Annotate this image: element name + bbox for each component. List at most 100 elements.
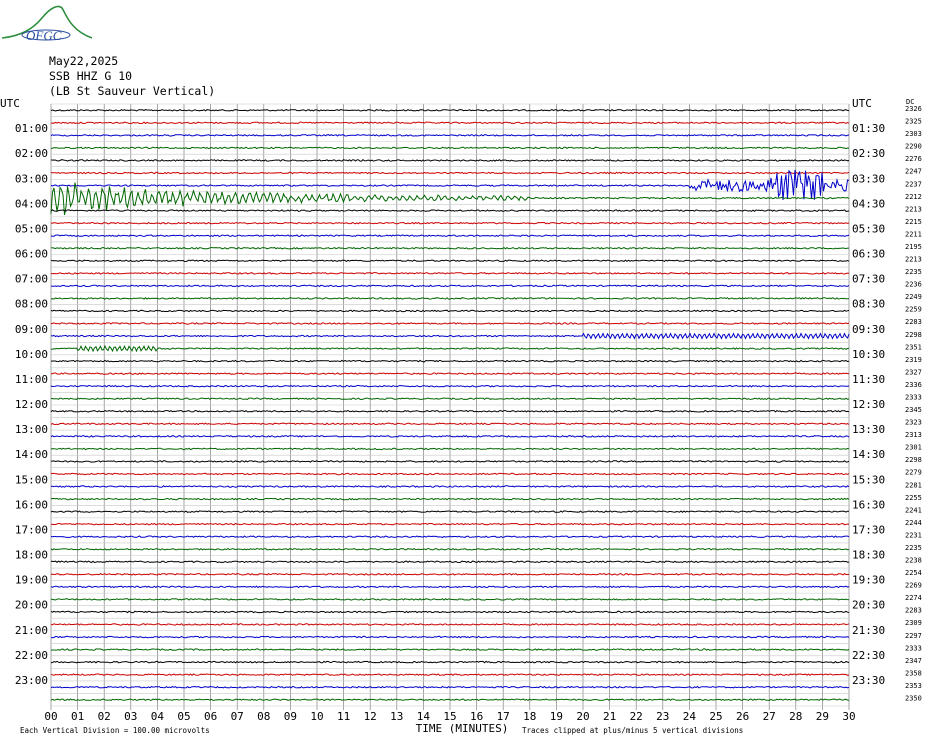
left-time-label: 21:00: [15, 624, 48, 637]
right-time-label: 11:30: [852, 373, 885, 386]
dc-offset-label: 2298: [905, 331, 922, 339]
dc-offset-label: 2255: [905, 494, 922, 502]
vertical-division-note: Each Vertical Division = 100.00 microvol…: [20, 726, 210, 735]
left-time-label: 15:00: [15, 473, 48, 486]
dc-offset-label: 2298: [905, 456, 922, 464]
left-time-label: 05:00: [15, 222, 48, 235]
seismic-trace: [50, 623, 850, 626]
dc-offset-label: 2290: [905, 143, 922, 151]
dc-offset-label: 2254: [905, 569, 922, 577]
dc-offset-label: 2231: [905, 531, 922, 539]
right-time-label: 22:30: [852, 649, 885, 662]
dc-offset-label: 2347: [905, 657, 922, 665]
dc-offset-label: 2215: [905, 218, 922, 226]
dc-offset-label: 2309: [905, 619, 922, 627]
left-time-label: 17:00: [15, 523, 48, 536]
x-tick-label: 01: [71, 710, 84, 723]
dc-offset-label: 2301: [905, 444, 922, 452]
dc-offset-label: 2195: [905, 243, 922, 251]
x-tick-label: 12: [364, 710, 377, 723]
dc-offset-label: 2350: [905, 694, 922, 702]
dc-offset-label: 2249: [905, 293, 922, 301]
left-time-label: 18:00: [15, 549, 48, 562]
x-tick-label: 07: [231, 710, 244, 723]
right-time-label: 20:30: [852, 599, 885, 612]
helicorder-chart: UTC 01:00 02:00 03:00 04:00 05:00 06:00 07:00 08…: [0, 97, 922, 735]
left-time-label: 13:00: [15, 423, 48, 436]
dc-offset-label: 2281: [905, 481, 922, 489]
dc-offset-label: 2247: [905, 168, 922, 176]
left-time-label: 16:00: [15, 498, 48, 511]
x-tick-label: 25: [709, 710, 722, 723]
dc-offset-label: 2323: [905, 419, 922, 427]
left-time-label: 23:00: [15, 674, 48, 687]
dc-offset-label: 2327: [905, 368, 922, 376]
x-tick-label: 18: [523, 710, 536, 723]
x-tick-label: 26: [736, 710, 749, 723]
left-time-label: 11:00: [15, 373, 48, 386]
seismic-trace: [51, 635, 850, 639]
dc-offset-label: 2212: [905, 193, 922, 201]
dc-offset-label: 2259: [905, 306, 922, 314]
x-tick-label: 27: [763, 710, 776, 723]
dc-offset-label: 2345: [905, 406, 922, 414]
dc-offset-label: 2283: [905, 318, 922, 326]
right-time-label: 19:30: [852, 574, 885, 587]
right-time-label: 10:30: [852, 348, 885, 361]
right-time-label: 06:30: [852, 248, 885, 261]
dc-offset-label: 2269: [905, 582, 922, 590]
x-axis-label: TIME (MINUTES): [416, 722, 509, 735]
left-time-label: 20:00: [15, 599, 48, 612]
x-tick-label: 09: [284, 710, 297, 723]
dc-offset-label: 2211: [905, 230, 922, 238]
right-time-label: 09:30: [852, 323, 885, 336]
right-time-label: 21:30: [852, 624, 885, 637]
x-tick-label: 28: [789, 710, 802, 723]
left-time-label: 14:00: [15, 448, 48, 461]
left-time-label: 03:00: [15, 172, 48, 185]
left-time-label: 01:00: [15, 122, 48, 135]
dc-offset-label: 2237: [905, 180, 922, 188]
x-tick-label: 00: [44, 710, 57, 723]
x-tick-label: 06: [204, 710, 217, 723]
right-time-label: 14:30: [852, 448, 885, 461]
left-time-label: 12:00: [15, 398, 48, 411]
right-time-label: 03:30: [852, 172, 885, 185]
dc-offset-label: 2283: [905, 607, 922, 615]
dc-offset-label: 2358: [905, 669, 922, 677]
right-time-label: 23:30: [852, 674, 885, 687]
x-tick-label: 03: [124, 710, 137, 723]
x-tick-label: 20: [576, 710, 589, 723]
x-tick-label: 05: [177, 710, 190, 723]
right-time-label: 04:30: [852, 197, 885, 210]
x-tick-label: 24: [683, 710, 697, 723]
x-tick-label: 30: [842, 710, 855, 723]
seismic-trace: [50, 673, 850, 676]
left-time-label: 19:00: [15, 574, 48, 587]
dc-offset-label: 2303: [905, 130, 922, 138]
dc-offset-label: 2235: [905, 544, 922, 552]
right-time-label: 18:30: [852, 549, 885, 562]
dc-offset-label: 2279: [905, 469, 922, 477]
dc-offset-label: 2351: [905, 343, 922, 351]
right-time-label: 01:30: [852, 122, 885, 135]
dc-offset-label: 2326: [905, 105, 922, 113]
left-time-label: UTC: [0, 97, 20, 110]
right-time-label: 05:30: [852, 222, 885, 235]
x-tick-label: 08: [257, 710, 270, 723]
clip-note: Traces clipped at plus/minus 5 vertical …: [522, 726, 743, 735]
x-tick-label: 22: [630, 710, 643, 723]
seismic-trace: [50, 472, 850, 476]
dc-offset-label: 2238: [905, 557, 922, 565]
dc-offset-label: 2319: [905, 356, 922, 364]
dc-offset-label: 2274: [905, 594, 922, 602]
dc-offset-label: 2241: [905, 506, 922, 514]
left-time-label: 06:00: [15, 248, 48, 261]
x-tick-label: 23: [656, 710, 669, 723]
left-time-label: 02:00: [15, 147, 48, 160]
right-time-label: 08:30: [852, 298, 885, 311]
right-time-label: 15:30: [852, 473, 885, 486]
right-time-label: 12:30: [852, 398, 885, 411]
x-tick-label: 19: [550, 710, 563, 723]
grid: [50, 103, 850, 710]
